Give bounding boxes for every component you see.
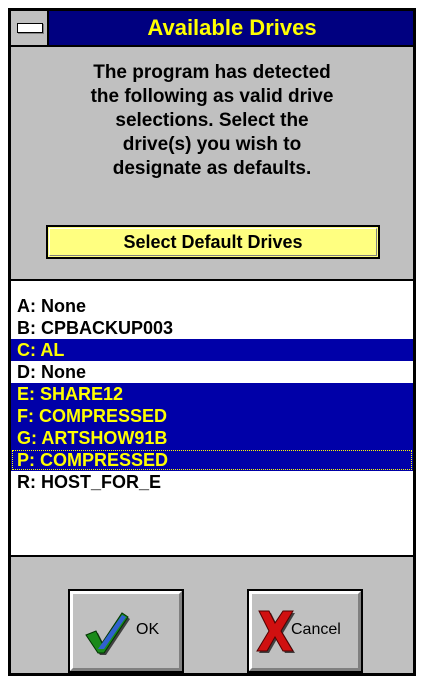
available-drives-dialog: Available Drives The program has detecte…: [8, 8, 416, 676]
drive-list-item[interactable]: F: COMPRESSED: [11, 405, 413, 427]
drive-list-item[interactable]: G: ARTSHOW91B: [11, 427, 413, 449]
description-line: drive(s) you wish to: [122, 134, 302, 155]
window-title: Available Drives: [147, 15, 317, 40]
description-line: The program has detected: [93, 62, 331, 83]
system-menu-icon: [17, 23, 43, 33]
drive-list-item[interactable]: A: None: [11, 295, 413, 317]
system-menu-button[interactable]: [11, 11, 49, 45]
ok-button[interactable]: OK: [68, 589, 184, 673]
title-bar: Available Drives: [11, 11, 413, 47]
drive-list-item[interactable]: B: CPBACKUP003: [11, 317, 413, 339]
description-line: designate as defaults.: [112, 158, 312, 179]
drive-list-item[interactable]: P: COMPRESSED: [11, 449, 413, 471]
checkmark-icon: [85, 612, 130, 655]
drive-list-item[interactable]: R: HOST_FOR_E: [11, 471, 413, 493]
x-icon: [256, 610, 295, 653]
description-line: the following as valid drive: [90, 86, 334, 107]
description-text: The program has detected the following a…: [21, 61, 403, 181]
select-default-drives-button[interactable]: Select Default Drives: [46, 225, 380, 259]
cancel-label: Cancel: [291, 621, 341, 638]
select-default-drives-label: Select Default Drives: [123, 232, 303, 252]
description-line: selections. Select the: [115, 110, 309, 131]
drive-list-item[interactable]: D: None: [11, 361, 413, 383]
drive-list-item[interactable]: E: SHARE12: [11, 383, 413, 405]
ok-label: OK: [136, 621, 160, 638]
drive-list-item[interactable]: C: AL: [11, 339, 413, 361]
drive-listbox[interactable]: A: None B: CPBACKUP003 C: AL D: None E: SHAR…: [11, 279, 413, 557]
cancel-button[interactable]: Cancel: [247, 589, 363, 673]
